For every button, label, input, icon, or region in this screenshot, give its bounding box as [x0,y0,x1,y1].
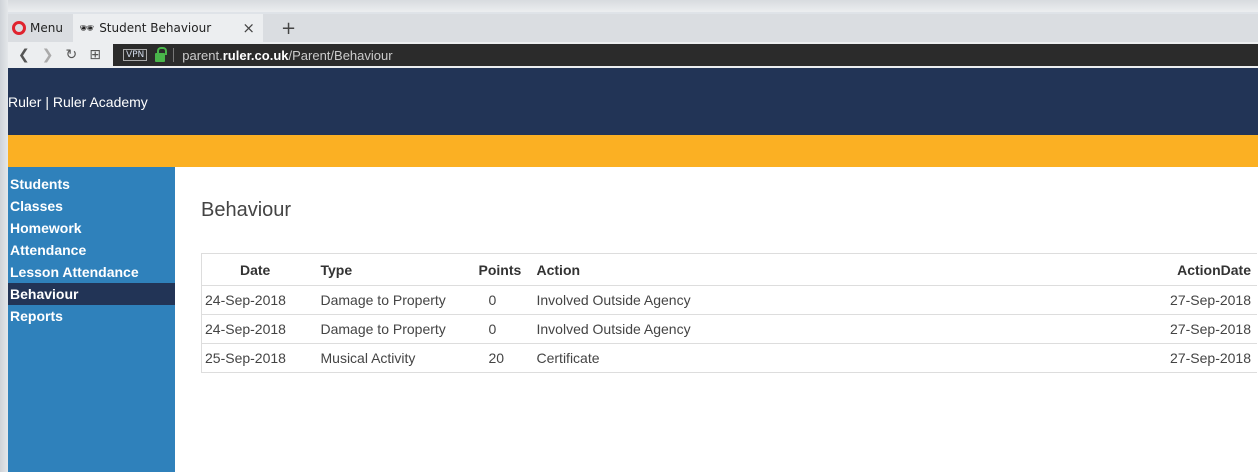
url-text[interactable]: parent.ruler.co.uk/Parent/Behaviour [182,48,392,63]
sidebar-item-classes[interactable]: Classes [8,195,175,217]
cell-type: Musical Activity [316,343,477,373]
forward-icon[interactable]: ❯ [42,47,54,63]
vpn-badge[interactable]: VPN [122,49,148,61]
menu-label: Menu [30,21,63,35]
back-icon[interactable]: ❮ [18,47,30,63]
window-shadow-left [0,0,8,472]
behaviour-table: Date Type Points Action ActionDate 24-Se… [201,253,1257,373]
sidebar-item-attendance[interactable]: Attendance [8,239,175,261]
sidebar-item-students[interactable]: Students [8,173,175,195]
url-separator [173,48,175,62]
table-row: 25-Sep-2018 Musical Activity 20 Certific… [201,343,1257,373]
sidebar: Students Classes Homework Attendance Les… [8,167,175,472]
column-header-points: Points [476,253,537,286]
reload-icon[interactable]: ↻ [65,47,77,63]
table-header-row: Date Type Points Action ActionDate [201,253,1257,286]
tab-student-behaviour[interactable]: 🕶 Student Behaviour × [72,14,263,42]
cell-points: 0 [476,285,537,315]
browser-window: Menu 🕶 Student Behaviour × + ❮ ❯ ↻ ⊞ VPN… [8,14,1258,472]
cell-points: 0 [476,314,537,344]
page-content: Students Classes Homework Attendance Les… [8,167,1258,472]
accent-stripe [8,135,1258,167]
new-tab-button[interactable]: + [281,18,296,39]
address-bar-row: ❮ ❯ ↻ ⊞ VPN parent.ruler.co.uk/Parent/Be… [8,42,1258,68]
column-header-action: Action [536,253,998,286]
cell-date: 25-Sep-2018 [201,343,317,373]
page-title: Behaviour [201,199,292,221]
cell-action: Involved Outside Agency [536,285,998,315]
cell-type: Damage to Property [316,285,477,315]
cell-type: Damage to Property [316,314,477,344]
site-title: Ruler | Ruler Academy [8,93,148,110]
sidebar-item-homework[interactable]: Homework [8,217,175,239]
cell-actiondate: 27-Sep-2018 [997,343,1257,373]
cell-action: Certificate [536,343,998,373]
cell-actiondate: 27-Sep-2018 [997,314,1257,344]
column-header-date: Date [201,253,317,286]
cell-date: 24-Sep-2018 [201,285,317,315]
cell-action: Involved Outside Agency [536,314,998,344]
opera-logo-icon [12,21,26,35]
tab-bar: Menu 🕶 Student Behaviour × + [8,14,1258,42]
table-row: 24-Sep-2018 Damage to Property 0 Involve… [201,285,1257,315]
cell-points: 20 [476,343,537,373]
tab-title: Student Behaviour [99,21,212,35]
sidebar-item-behaviour[interactable]: Behaviour [8,283,175,305]
cell-actiondate: 27-Sep-2018 [997,285,1257,315]
lock-icon[interactable] [155,46,168,62]
url-field[interactable]: VPN parent.ruler.co.uk/Parent/Behaviour [112,44,1258,66]
sidebar-item-lesson-attendance[interactable]: Lesson Attendance [8,261,175,283]
table-row: 24-Sep-2018 Damage to Property 0 Involve… [201,314,1257,344]
opera-menu-button[interactable]: Menu [8,14,73,42]
sidebar-item-reports[interactable]: Reports [8,305,175,327]
cell-date: 24-Sep-2018 [201,314,317,344]
incognito-icon: 🕶 [78,21,95,35]
site-header: Ruler | Ruler Academy [8,68,1258,135]
column-header-type: Type [316,253,477,286]
speed-dial-icon[interactable]: ⊞ [89,47,101,63]
main-panel: Behaviour Date Type Points Action Action… [175,167,1258,472]
tab-close-icon[interactable]: × [242,19,255,37]
window-shadow-top [0,0,1258,12]
column-header-actiondate: ActionDate [997,253,1257,286]
